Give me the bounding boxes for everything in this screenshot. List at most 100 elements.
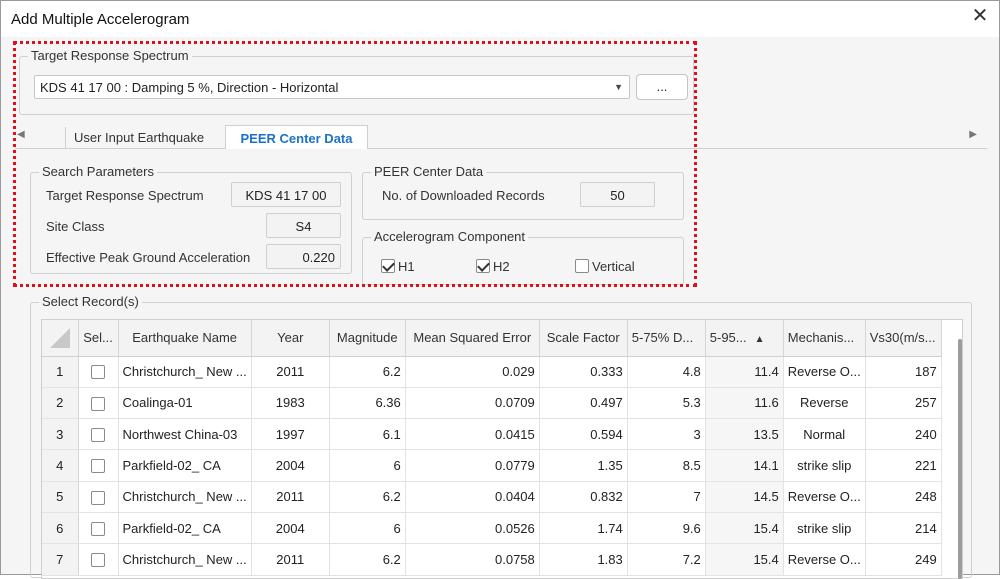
d595-cell: 14.1 — [705, 449, 784, 482]
target-spectrum-label: Target Response Spectrum — [46, 188, 204, 203]
table-row[interactable]: 6 Parkfield-02_ CA 2004 6 0.0526 1.74 9.6 15.4 s… — [42, 512, 942, 545]
window-title: Add Multiple Accelerogram — [11, 11, 190, 28]
tab-peer-center-data[interactable]: PEER Center Data — [225, 125, 368, 149]
h2-label: H2 — [493, 259, 510, 274]
magnitude-cell: 6.36 — [329, 387, 406, 420]
d595-cell: 14.5 — [705, 481, 784, 513]
tab-user-input-earthquake[interactable]: User Input Earthquake — [65, 127, 215, 149]
earthquake-name-cell: Parkfield-02_ CA — [118, 449, 252, 482]
col-header-d575[interactable]: 5-75% D... — [627, 320, 706, 357]
earthquake-name-cell: Christchurch_ New ... — [118, 356, 252, 388]
mse-cell: 0.0709 — [405, 387, 540, 420]
scale-factor-cell: 0.333 — [539, 356, 628, 388]
year-cell: 2011 — [251, 543, 330, 576]
col-header-select[interactable]: Sel... — [78, 320, 119, 357]
h1-checkbox[interactable] — [381, 259, 395, 273]
mechanism-cell: Reverse O... — [783, 543, 866, 576]
tab-scroll-left-icon[interactable]: ◀ — [17, 129, 25, 140]
h1-label: H1 — [398, 259, 415, 274]
vs30-cell: 240 — [865, 418, 942, 451]
row-select-checkbox[interactable] — [91, 521, 105, 536]
earthquake-name-cell: Northwest China-03 — [118, 418, 252, 451]
mse-cell: 0.0404 — [405, 481, 540, 513]
earthquake-name-cell: Christchurch_ New ... — [118, 481, 252, 513]
col-header-year[interactable]: Year — [251, 320, 330, 357]
d575-cell: 7.2 — [627, 543, 706, 576]
spectrum-browse-button[interactable]: ... — [636, 74, 688, 100]
mse-cell: 0.0415 — [405, 418, 540, 451]
mse-cell: 0.029 — [405, 356, 540, 388]
scale-factor-cell: 0.497 — [539, 387, 628, 420]
earthquake-name-cell: Parkfield-02_ CA — [118, 512, 252, 545]
row-number-cell: 5 — [42, 481, 79, 513]
scale-factor-cell: 1.74 — [539, 512, 628, 545]
row-select-cell[interactable] — [78, 481, 119, 513]
row-select-cell[interactable] — [78, 418, 119, 451]
target-spectrum-combo[interactable]: KDS 41 17 00 : Damping 5 %, Direction - … — [34, 75, 630, 99]
row-number-cell: 1 — [42, 356, 79, 388]
magnitude-cell: 6 — [329, 449, 406, 482]
row-select-cell[interactable] — [78, 449, 119, 482]
col-header-mechanism[interactable]: Mechanis... — [783, 320, 866, 357]
tab-scroll-right-icon[interactable]: ▶ — [969, 129, 977, 140]
col-header-vs30[interactable]: Vs30(m/s... — [865, 320, 942, 357]
scale-factor-cell: 0.832 — [539, 481, 628, 513]
row-select-cell[interactable] — [78, 387, 119, 420]
d575-cell: 4.8 — [627, 356, 706, 388]
table-row[interactable]: 2 Coalinga-01 1983 6.36 0.0709 0.497 5.3 11.6 Re… — [42, 387, 942, 420]
table-row[interactable]: 7 Christchurch_ New ... 2011 6.2 0.0758 1.83 7… — [42, 543, 942, 576]
row-select-cell[interactable] — [78, 356, 119, 388]
row-select-cell[interactable] — [78, 543, 119, 576]
vertical-checkbox[interactable] — [575, 259, 589, 273]
year-cell: 2004 — [251, 449, 330, 482]
mechanism-cell: Reverse — [783, 387, 866, 420]
row-select-cell[interactable] — [78, 512, 119, 545]
dialog-window: Add Multiple Accelerogram ✕ Target Respo… — [0, 0, 1000, 579]
sort-ascending-icon: ▲ — [754, 334, 765, 346]
records-table: Sel... Earthquake Name Year Magnitude Me… — [42, 320, 942, 576]
row-select-checkbox[interactable] — [91, 428, 105, 443]
row-select-checkbox[interactable] — [91, 365, 105, 380]
site-class-field: S4 — [266, 213, 341, 238]
d575-cell: 9.6 — [627, 512, 706, 545]
earthquake-name-cell: Coalinga-01 — [118, 387, 252, 420]
year-cell: 1997 — [251, 418, 330, 451]
scale-factor-cell: 1.83 — [539, 543, 628, 576]
d595-cell: 11.4 — [705, 356, 784, 388]
row-select-checkbox[interactable] — [91, 490, 105, 505]
col-header-d595[interactable]: 5-95... ▲ — [705, 320, 784, 357]
row-number-cell: 3 — [42, 418, 79, 451]
row-select-checkbox[interactable] — [91, 459, 105, 474]
col-header-scale-factor[interactable]: Scale Factor — [539, 320, 628, 357]
table-row[interactable]: 1 Christchurch_ New ... 2011 6.2 0.029 0.333 4… — [42, 356, 942, 388]
target-spectrum-selected: KDS 41 17 00 : Damping 5 %, Direction - … — [40, 80, 339, 95]
grid-vertical-scrollbar[interactable] — [958, 339, 962, 579]
select-all-corner-icon — [49, 327, 70, 348]
close-icon[interactable]: ✕ — [967, 5, 993, 29]
table-row[interactable]: 4 Parkfield-02_ CA 2004 6 0.0779 1.35 8.5 14.1 s… — [42, 449, 942, 482]
select-records-legend: Select Record(s) — [39, 294, 142, 309]
site-class-label: Site Class — [46, 219, 105, 234]
h2-checkbox[interactable] — [476, 259, 490, 273]
mechanism-cell: Reverse O... — [783, 481, 866, 513]
row-select-checkbox[interactable] — [91, 553, 105, 568]
dropdown-arrow-icon: ▼ — [614, 82, 623, 92]
scale-factor-cell: 1.35 — [539, 449, 628, 482]
table-row[interactable]: 3 Northwest China-03 1997 6.1 0.0415 0.594 3 13… — [42, 418, 942, 451]
magnitude-cell: 6 — [329, 512, 406, 545]
mechanism-cell: strike slip — [783, 449, 866, 482]
mse-cell: 0.0526 — [405, 512, 540, 545]
accelerogram-component-legend: Accelerogram Component — [371, 229, 529, 244]
row-select-checkbox[interactable] — [91, 396, 105, 411]
mechanism-cell: Normal — [783, 418, 866, 451]
col-header-magnitude[interactable]: Magnitude — [329, 320, 406, 357]
table-row[interactable]: 5 Christchurch_ New ... 2011 6.2 0.0404 0.832… — [42, 481, 942, 513]
col-header-earthquake-name[interactable]: Earthquake Name — [118, 320, 252, 357]
magnitude-cell: 6.2 — [329, 543, 406, 576]
records-grid[interactable]: Sel... Earthquake Name Year Magnitude Me… — [41, 319, 963, 579]
table-corner[interactable] — [42, 320, 79, 357]
vertical-label: Vertical — [592, 259, 635, 274]
col-header-mse[interactable]: Mean Squared Error — [405, 320, 540, 357]
year-cell: 2011 — [251, 356, 330, 388]
peer-center-legend: PEER Center Data — [371, 164, 487, 179]
